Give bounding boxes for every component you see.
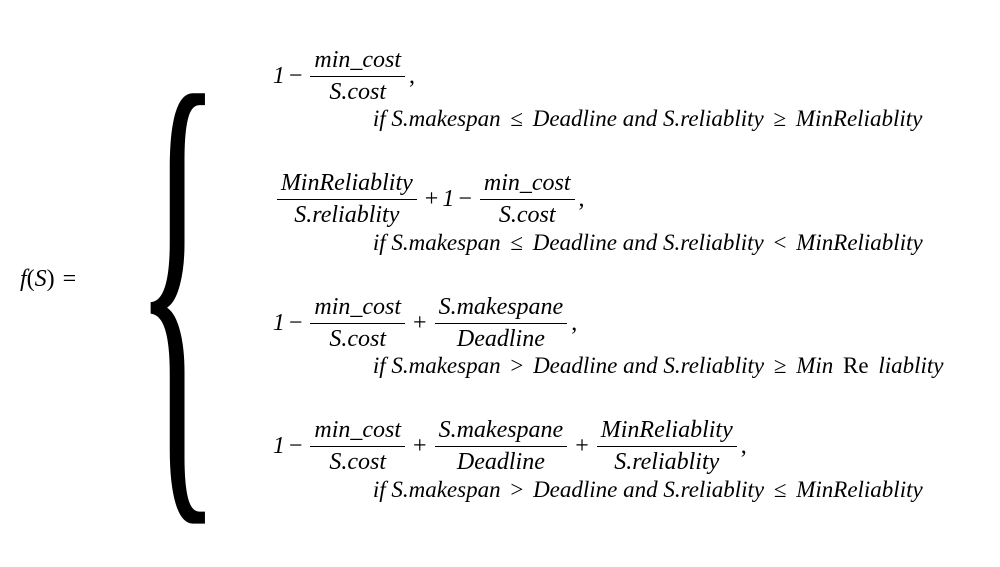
fraction-smake-deadline: S.makespane Deadline: [435, 417, 568, 476]
gt-op: >: [510, 353, 523, 378]
case-1-condition: if S.makespan ≤ Deadline and S.reliablit…: [273, 106, 944, 132]
cond-text: liablity: [878, 353, 943, 378]
ge-op: ≥: [773, 106, 786, 131]
frac-numerator: min_cost: [480, 170, 575, 200]
plus-op: +: [413, 310, 427, 337]
cond-if: if: [373, 477, 392, 502]
cond-if: if: [373, 230, 392, 255]
comma: ,: [409, 63, 415, 90]
cond-text: Deadline and S.reliablity: [533, 106, 764, 131]
cond-if: if: [373, 353, 392, 378]
plus-op: +: [575, 433, 589, 460]
frac-denominator: S.reliablity: [290, 200, 403, 229]
le-op: ≤: [510, 230, 523, 255]
comma: ,: [579, 186, 585, 213]
ge-op: ≥: [774, 353, 787, 378]
literal-one: 1: [442, 186, 454, 213]
lt-op: <: [773, 230, 786, 255]
minus-op: −: [458, 186, 472, 213]
literal-one: 1: [273, 63, 285, 90]
cond-text: Deadline and S.reliablity: [533, 230, 764, 255]
fraction-mincost-scost: min_cost S.cost: [310, 417, 405, 476]
cond-var: S.makespan: [391, 353, 500, 378]
comma: ,: [741, 433, 747, 460]
le-op: ≤: [510, 106, 523, 131]
case-1: 1 − min_cost S.cost , if S.makespan ≤ De…: [273, 48, 944, 132]
cond-var: S.makespan: [391, 477, 500, 502]
literal-one: 1: [273, 310, 285, 337]
fraction-smake-deadline: S.makespane Deadline: [435, 294, 568, 353]
plus-op: +: [413, 433, 427, 460]
frac-numerator: MinReliablity: [597, 417, 737, 447]
frac-denominator: S.cost: [325, 77, 390, 106]
literal-one: 1: [273, 433, 285, 460]
frac-numerator: min_cost: [310, 417, 405, 447]
equals-sign: =: [63, 266, 77, 293]
lhs: f ( S ) =: [20, 266, 80, 293]
case-4-expression: 1 − min_cost S.cost + S.makespane Deadli…: [273, 419, 944, 475]
minus-op: −: [289, 310, 303, 337]
fraction-mincost-scost: min_cost S.cost: [310, 294, 405, 353]
case-3-expression: 1 − min_cost S.cost + S.makespane Deadli…: [273, 295, 944, 351]
cond-text: MinReliablity: [796, 106, 922, 131]
frac-denominator: Deadline: [453, 324, 549, 353]
plus-op: +: [425, 186, 439, 213]
fraction-mincost-scost: min_cost S.cost: [310, 47, 405, 106]
cond-text: MinReliablity: [796, 477, 922, 502]
le-op: ≤: [774, 477, 787, 502]
cond-text: Deadline and S.reliablity: [533, 353, 764, 378]
piecewise-equation: f ( S ) = { 1 − min_cost S.cost , if: [20, 33, 944, 527]
cond-text: Re: [843, 353, 869, 378]
case-4-condition: if S.makespan > Deadline and S.reliablit…: [273, 477, 944, 503]
open-paren: (: [27, 266, 35, 293]
frac-numerator: min_cost: [310, 294, 405, 324]
cond-text: Deadline and S.reliablity: [533, 477, 764, 502]
cond-if: if: [373, 106, 392, 131]
frac-denominator: S.reliablity: [610, 447, 723, 476]
left-brace-icon: {: [134, 33, 221, 527]
comma: ,: [571, 310, 577, 337]
fraction-minrel-srel: MinReliablity S.reliablity: [597, 417, 737, 476]
minus-op: −: [289, 433, 303, 460]
frac-numerator: S.makespane: [435, 294, 568, 324]
case-3-condition: if S.makespan > Deadline and S.reliablit…: [273, 353, 944, 379]
cond-var: S.makespan: [391, 230, 500, 255]
function-name: f: [20, 266, 27, 293]
gt-op: >: [510, 477, 523, 502]
brace-container: { 1 − min_cost S.cost , if S.makespan ≤: [88, 33, 943, 527]
fraction-mincost-scost: min_cost S.cost: [480, 170, 575, 229]
cases-list: 1 − min_cost S.cost , if S.makespan ≤ De…: [268, 33, 944, 527]
close-paren: ): [47, 266, 55, 293]
cond-var: S.makespan: [391, 106, 500, 131]
frac-denominator: S.cost: [325, 324, 390, 353]
case-1-expression: 1 − min_cost S.cost ,: [273, 48, 944, 104]
case-4: 1 − min_cost S.cost + S.makespane Deadli…: [273, 419, 944, 503]
fraction-minrel-srel: MinReliablity S.reliablity: [277, 170, 417, 229]
function-arg: S: [35, 266, 47, 293]
frac-numerator: min_cost: [310, 47, 405, 77]
case-2: MinReliablity S.reliablity + 1 − min_cos…: [273, 172, 944, 256]
case-2-condition: if S.makespan ≤ Deadline and S.reliablit…: [273, 230, 944, 256]
minus-op: −: [289, 63, 303, 90]
case-3: 1 − min_cost S.cost + S.makespane Deadli…: [273, 295, 944, 379]
frac-denominator: S.cost: [495, 200, 560, 229]
case-2-expression: MinReliablity S.reliablity + 1 − min_cos…: [273, 172, 944, 228]
frac-numerator: MinReliablity: [277, 170, 417, 200]
cond-text: MinReliablity: [796, 230, 922, 255]
frac-denominator: Deadline: [453, 447, 549, 476]
frac-numerator: S.makespane: [435, 417, 568, 447]
frac-denominator: S.cost: [325, 447, 390, 476]
cond-text: Min: [796, 353, 833, 378]
